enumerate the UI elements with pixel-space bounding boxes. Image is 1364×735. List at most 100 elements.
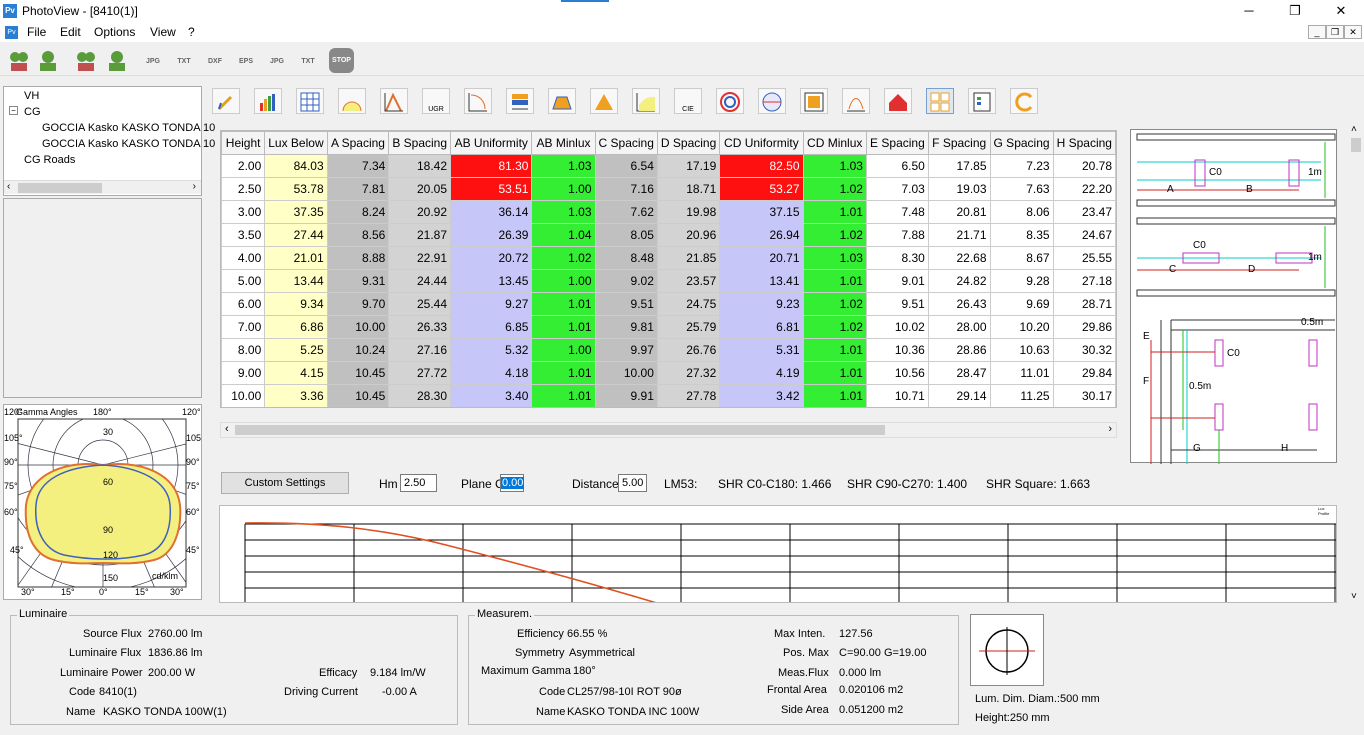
header-e-spacing[interactable]: E Spacing xyxy=(865,131,929,155)
compare-icon[interactable] xyxy=(73,48,99,74)
copyright-view-icon[interactable] xyxy=(1010,88,1038,114)
tree-item-cg-roads[interactable]: CG Roads xyxy=(24,154,75,166)
cell-ab-minlux[interactable]: 1.00 xyxy=(531,269,596,293)
cell-h-spacing[interactable]: 30.17 xyxy=(1052,384,1116,407)
cell-lux-below[interactable]: 53.78 xyxy=(264,177,328,201)
cell-ab-uniformity[interactable]: 53.51 xyxy=(450,177,533,201)
cell-b-spacing[interactable]: 20.05 xyxy=(388,177,452,201)
header-ab-uniformity[interactable]: AB Uniformity xyxy=(450,131,533,155)
cell-lux-below[interactable]: 3.36 xyxy=(264,384,328,407)
cell-a-spacing[interactable]: 9.31 xyxy=(326,269,390,293)
cell-a-spacing[interactable]: 7.34 xyxy=(326,154,390,178)
cell-b-spacing[interactable]: 24.44 xyxy=(388,269,452,293)
cell-height[interactable]: 2.00 xyxy=(221,154,266,178)
cell-lux-below[interactable]: 84.03 xyxy=(264,154,328,178)
cell-ab-minlux[interactable]: 1.03 xyxy=(531,200,596,224)
cell-cd-minlux[interactable]: 1.01 xyxy=(802,200,867,224)
cell-b-spacing[interactable]: 18.42 xyxy=(388,154,452,178)
ugr-view-button[interactable]: UGR xyxy=(422,88,450,114)
cell-cd-uniformity[interactable]: 6.81 xyxy=(719,315,804,339)
minimize-button[interactable]: ─ xyxy=(1226,0,1272,22)
header-cd-uniformity[interactable]: CD Uniformity xyxy=(719,131,804,155)
cell-h-spacing[interactable]: 30.32 xyxy=(1052,338,1116,362)
menu-edit[interactable]: Edit xyxy=(60,25,81,39)
cell-a-spacing[interactable]: 8.24 xyxy=(326,200,390,224)
menu-options[interactable]: Options xyxy=(94,25,135,39)
cell-b-spacing[interactable]: 28.30 xyxy=(388,384,452,407)
custom-settings-button[interactable]: Custom Settings xyxy=(221,472,349,494)
cell-ab-minlux[interactable]: 1.04 xyxy=(531,223,596,247)
cell-g-spacing[interactable]: 8.35 xyxy=(989,223,1054,247)
cell-b-spacing[interactable]: 25.44 xyxy=(388,292,452,316)
header-b-spacing[interactable]: B Spacing xyxy=(388,131,452,155)
cell-cd-uniformity[interactable]: 26.94 xyxy=(719,223,804,247)
cell-d-spacing[interactable]: 24.75 xyxy=(656,292,721,316)
cell-cd-uniformity[interactable]: 53.27 xyxy=(719,177,804,201)
header-cd-minlux[interactable]: CD Minlux xyxy=(802,131,867,155)
cell-b-spacing[interactable]: 22.91 xyxy=(388,246,452,270)
cell-c-spacing[interactable]: 9.51 xyxy=(594,292,658,316)
cell-h-spacing[interactable]: 20.78 xyxy=(1052,154,1116,178)
cell-cd-uniformity[interactable]: 20.71 xyxy=(719,246,804,270)
maximize-button[interactable]: ❐ xyxy=(1272,0,1318,22)
menu-file[interactable]: File xyxy=(27,25,46,39)
cell-ab-uniformity[interactable]: 3.40 xyxy=(450,384,533,407)
cell-e-spacing[interactable]: 10.56 xyxy=(865,361,929,385)
cell-c-spacing[interactable]: 9.91 xyxy=(594,384,658,407)
header-ab-minlux[interactable]: AB Minlux xyxy=(531,131,596,155)
cell-height[interactable]: 6.00 xyxy=(221,292,266,316)
cell-ab-uniformity[interactable]: 13.45 xyxy=(450,269,533,293)
cell-a-spacing[interactable]: 7.81 xyxy=(326,177,390,201)
cell-c-spacing[interactable]: 8.48 xyxy=(594,246,658,270)
table-view-icon[interactable] xyxy=(296,88,324,114)
cell-e-spacing[interactable]: 7.88 xyxy=(865,223,929,247)
cell-f-spacing[interactable]: 28.47 xyxy=(927,361,991,385)
cell-cd-uniformity[interactable]: 5.31 xyxy=(719,338,804,362)
grid-report-icon[interactable] xyxy=(800,88,828,114)
header-h-spacing[interactable]: H Spacing xyxy=(1052,131,1116,155)
cell-c-spacing[interactable]: 7.62 xyxy=(594,200,658,224)
open-group-icon[interactable] xyxy=(35,48,61,74)
cell-c-spacing[interactable]: 7.16 xyxy=(594,177,658,201)
header-a-spacing[interactable]: A Spacing xyxy=(326,131,390,155)
cell-g-spacing[interactable]: 11.25 xyxy=(989,384,1054,407)
cell-g-spacing[interactable]: 8.67 xyxy=(989,246,1054,270)
header-height[interactable]: Height xyxy=(221,131,266,155)
cell-g-spacing[interactable]: 8.06 xyxy=(989,200,1054,224)
cell-cd-minlux[interactable]: 1.02 xyxy=(802,292,867,316)
cell-d-spacing[interactable]: 25.79 xyxy=(656,315,721,339)
cell-f-spacing[interactable]: 22.68 xyxy=(927,246,991,270)
cell-height[interactable]: 3.00 xyxy=(221,200,266,224)
cell-cd-minlux[interactable]: 1.03 xyxy=(802,246,867,270)
cell-h-spacing[interactable]: 24.67 xyxy=(1052,223,1116,247)
cell-d-spacing[interactable]: 17.19 xyxy=(656,154,721,178)
cell-cd-minlux[interactable]: 1.02 xyxy=(802,315,867,339)
cell-height[interactable]: 3.50 xyxy=(221,223,266,247)
cell-h-spacing[interactable]: 23.47 xyxy=(1052,200,1116,224)
cell-ab-minlux[interactable]: 1.01 xyxy=(531,292,596,316)
cell-c-spacing[interactable]: 10.00 xyxy=(594,361,658,385)
cell-d-spacing[interactable]: 20.96 xyxy=(656,223,721,247)
cell-f-spacing[interactable]: 26.43 xyxy=(927,292,991,316)
cell-e-spacing[interactable]: 6.50 xyxy=(865,154,929,178)
cell-ab-minlux[interactable]: 1.01 xyxy=(531,315,596,339)
cell-lux-below[interactable]: 21.01 xyxy=(264,246,328,270)
cell-e-spacing[interactable]: 10.71 xyxy=(865,384,929,407)
cell-height[interactable]: 10.00 xyxy=(221,384,266,407)
cell-ab-minlux[interactable]: 1.01 xyxy=(531,384,596,407)
export-txt-button[interactable]: TXT xyxy=(171,48,197,74)
cell-e-spacing[interactable]: 7.03 xyxy=(865,177,929,201)
cell-b-spacing[interactable]: 27.16 xyxy=(388,338,452,362)
cell-d-spacing[interactable]: 26.76 xyxy=(656,338,721,362)
report-view-icon[interactable] xyxy=(968,88,996,114)
mdi-close-button[interactable]: ✕ xyxy=(1344,25,1362,39)
cell-cd-uniformity[interactable]: 82.50 xyxy=(719,154,804,178)
cell-cd-uniformity[interactable]: 13.41 xyxy=(719,269,804,293)
cell-ab-uniformity[interactable]: 4.18 xyxy=(450,361,533,385)
menu-view[interactable]: View xyxy=(150,25,176,39)
export-eps-button[interactable]: EPS xyxy=(233,48,259,74)
cell-lux-below[interactable]: 6.86 xyxy=(264,315,328,339)
cell-a-spacing[interactable]: 10.24 xyxy=(326,338,390,362)
cell-h-spacing[interactable]: 29.86 xyxy=(1052,315,1116,339)
cell-cd-uniformity[interactable]: 3.42 xyxy=(719,384,804,407)
